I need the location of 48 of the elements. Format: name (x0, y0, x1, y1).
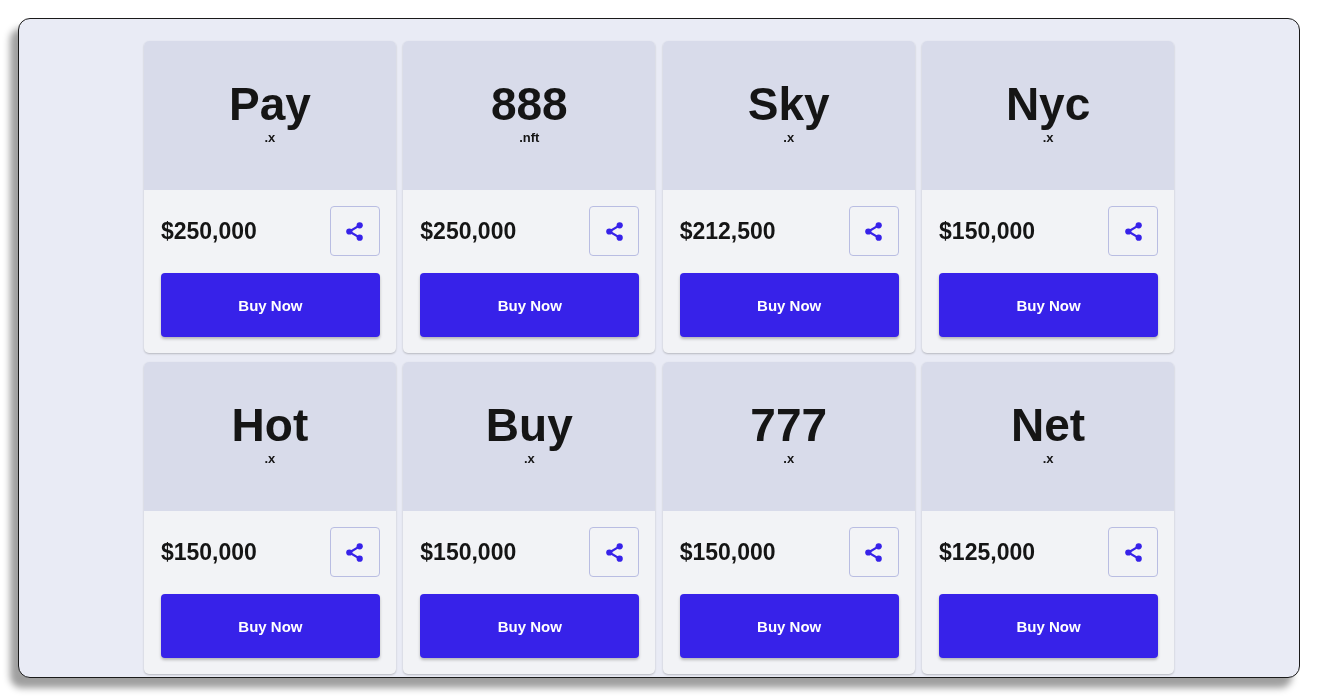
domain-extension: .x (523, 452, 535, 466)
price-text: $150,000 (939, 217, 1035, 245)
share-button[interactable] (329, 206, 380, 256)
domain-extension: .x (1042, 452, 1054, 466)
domain-extension: .x (783, 452, 795, 466)
domain-extension: .x (1042, 131, 1054, 145)
domain-name: Net (1011, 401, 1086, 449)
domain-name: Sky (747, 80, 830, 128)
buy-button[interactable]: Buy Now (160, 273, 380, 337)
share-icon (605, 542, 623, 562)
share-icon (1124, 542, 1142, 562)
buy-button[interactable]: Buy Now (420, 594, 640, 658)
domain-extension: .x (783, 131, 795, 145)
buy-button[interactable]: Buy Now (160, 594, 380, 658)
domain-name: Hot (231, 401, 309, 449)
share-button[interactable] (1108, 206, 1159, 256)
share-icon (346, 542, 364, 562)
domain-extension: .nft (519, 131, 540, 145)
domain-name: Buy (485, 401, 573, 449)
price-text: $250,000 (420, 217, 517, 245)
domain-name: 777 (750, 401, 828, 449)
share-button[interactable] (848, 206, 899, 256)
buy-button[interactable]: Buy Now (679, 273, 899, 337)
domain-name: 888 (490, 80, 568, 128)
domain-extension: .x (264, 131, 276, 145)
share-icon (346, 221, 364, 241)
share-icon (1124, 221, 1142, 241)
domain-name: Nyc (1005, 80, 1091, 128)
share-button[interactable] (848, 527, 899, 577)
share-icon (865, 221, 883, 241)
price-text: $150,000 (679, 538, 776, 566)
domain-extension: .x (264, 452, 276, 466)
buy-button[interactable]: Buy Now (420, 273, 640, 337)
share-icon (605, 221, 623, 241)
buy-button[interactable]: Buy Now (679, 594, 899, 658)
share-button[interactable] (589, 527, 640, 577)
share-button[interactable] (1108, 527, 1159, 577)
domain-name: Pay (228, 80, 311, 128)
price-text: $150,000 (420, 538, 517, 566)
share-icon (865, 542, 883, 562)
price-text: $150,000 (160, 538, 257, 566)
share-button[interactable] (329, 527, 380, 577)
buy-button[interactable]: Buy Now (939, 594, 1159, 658)
share-button[interactable] (589, 206, 640, 256)
buy-button[interactable]: Buy Now (939, 273, 1159, 337)
price-text: $250,000 (160, 217, 257, 245)
price-text: $125,000 (939, 538, 1035, 566)
price-text: $212,500 (679, 217, 776, 245)
